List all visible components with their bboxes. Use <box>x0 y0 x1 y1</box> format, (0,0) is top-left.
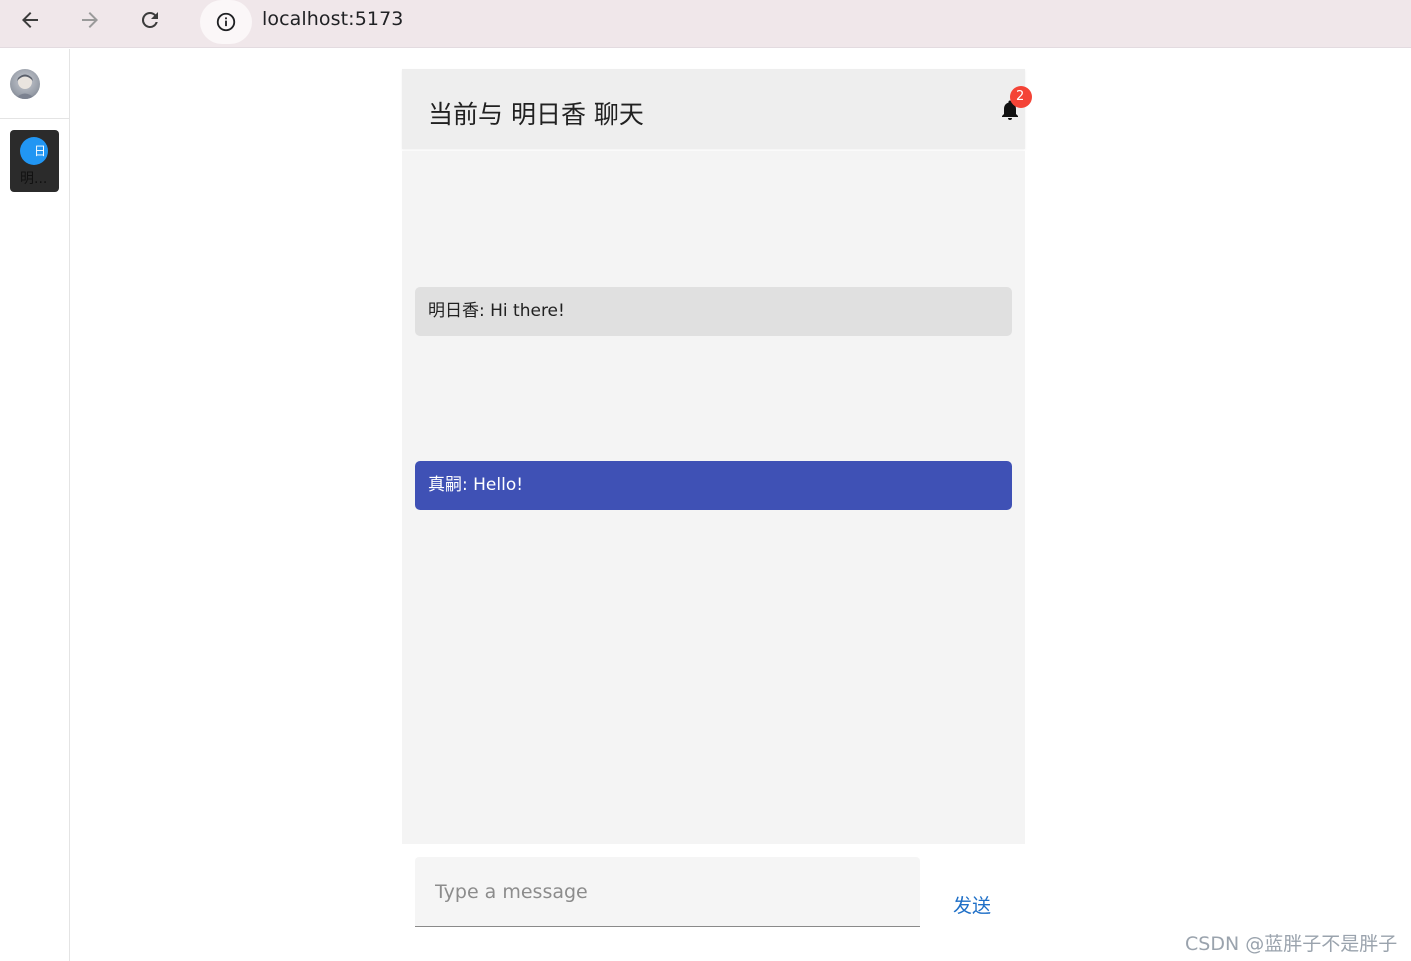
message-input-container <box>415 857 920 927</box>
user-avatar[interactable] <box>10 69 40 99</box>
chat-header: 当前与 明日香 聊天 2 <box>402 69 1032 149</box>
watermark: CSDN @蓝胖子不是胖子 <box>1185 933 1398 955</box>
back-arrow-icon <box>22 12 38 28</box>
site-info-icon <box>216 12 236 32</box>
message-list: 明日香: Hi there! 真嗣: Hello! <box>402 151 1025 844</box>
chat-panel: 当前与 明日香 聊天 2 明日香: Hi there! 真嗣: Hello! 发… <box>402 69 1032 961</box>
contact-item-asuka[interactable]: 日 明... <box>10 130 59 192</box>
reload-button[interactable] <box>134 4 166 36</box>
chat-title: 当前与 明日香 聊天 <box>428 100 644 129</box>
sidebar: 日 明... <box>0 49 70 961</box>
forward-arrow-icon <box>82 12 98 28</box>
send-button[interactable]: 发送 <box>940 888 1004 924</box>
reload-icon <box>141 11 158 28</box>
site-info-button[interactable] <box>200 0 252 44</box>
browser-toolbar: localhost:5173 <box>0 0 1411 48</box>
avatar-image <box>15 74 35 99</box>
message-outgoing: 真嗣: Hello! <box>415 461 1012 510</box>
address-bar-url[interactable]: localhost:5173 <box>262 8 403 30</box>
contact-avatar: 日 <box>20 137 48 165</box>
back-button[interactable] <box>14 4 46 36</box>
message-incoming: 明日香: Hi there! <box>415 287 1012 336</box>
notification-badge: 2 <box>1010 86 1032 108</box>
sidebar-divider <box>0 118 70 119</box>
chat-composer: 发送 <box>402 844 1025 961</box>
forward-button[interactable] <box>74 4 106 36</box>
message-input[interactable] <box>415 857 920 926</box>
contact-name: 明... <box>20 171 48 187</box>
